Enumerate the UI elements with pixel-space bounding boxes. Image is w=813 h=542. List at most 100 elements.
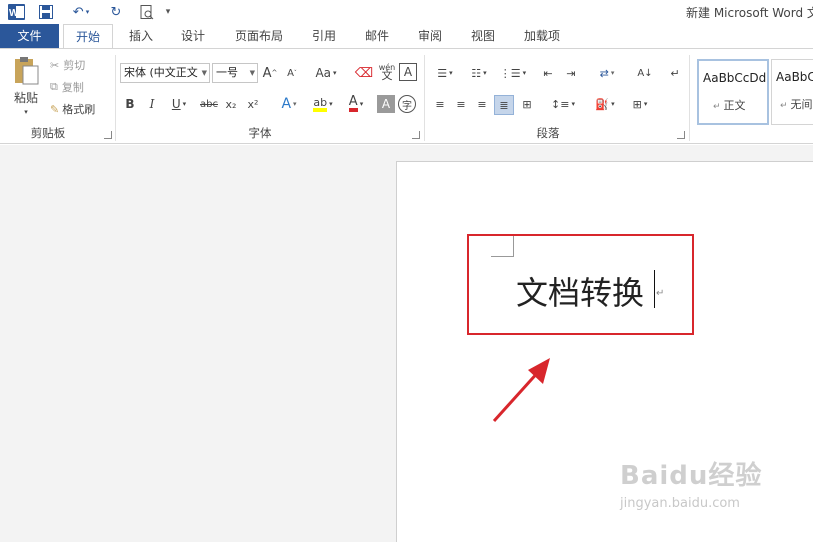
align-center-icon[interactable]: ≡ [452, 95, 470, 113]
chinese-layout-button[interactable]: ⇄ ▾ [592, 63, 622, 83]
style-normal[interactable]: AaBbCcDd ↵ 正文 [697, 59, 769, 125]
group-divider [115, 55, 116, 141]
watermark-brand: Baidu经验 [620, 461, 763, 491]
character-border-label: A [403, 65, 413, 79]
bullets-icon: ☰ [437, 66, 448, 80]
word-window: W ↶ ▾ ↻ ▾ 新建 Microsoft Word 文 文件 开始 插入 设计… [0, 0, 813, 542]
cut-label: 剪切 [63, 59, 86, 72]
enclose-characters-button[interactable]: 字 [398, 95, 416, 113]
svg-text:W: W [9, 8, 19, 19]
change-case-button[interactable]: Aa ▾ [310, 63, 342, 83]
print-preview-icon[interactable] [137, 3, 157, 21]
tab-home[interactable]: 开始 [63, 24, 113, 49]
tab-insert[interactable]: 插入 [118, 24, 164, 48]
bold-button[interactable]: B [122, 95, 138, 113]
watermark-brand-row: Baidu经验 [620, 455, 762, 492]
numbering-button[interactable]: ☷ ▾ [464, 63, 494, 83]
chevron-down-icon: ▾ [85, 8, 90, 16]
shading-button[interactable]: ⛽ ▾ [590, 95, 620, 113]
character-shading-button[interactable]: A [377, 95, 395, 113]
font-name-value: 宋体 (中文正文 [124, 66, 198, 79]
change-case-label: Aa [315, 66, 332, 80]
italic-button[interactable]: I [144, 95, 160, 113]
annotation-highlight-box [467, 234, 694, 335]
watermark-url: jingyan.baidu.com [620, 496, 740, 511]
tab-design[interactable]: 设计 [170, 24, 216, 48]
text-effects-button[interactable]: A ▾ [275, 95, 303, 113]
sort-icon[interactable]: A↓ [635, 63, 655, 83]
chevron-down-icon: ▼ [201, 69, 207, 77]
style-normal-preview: AaBbCcDd [703, 71, 767, 85]
font-size-dropdown[interactable]: 一号 ▼ [212, 63, 258, 83]
align-right-icon[interactable]: ≡ [473, 95, 491, 113]
superscript-button[interactable]: x² [245, 95, 261, 113]
group-divider [424, 55, 425, 141]
highlight-color-button[interactable]: ab ▾ [308, 95, 338, 113]
word-logo-icon: W [6, 3, 26, 21]
paint-bucket-icon: ⛽ [595, 97, 610, 111]
tab-addins[interactable]: 加载项 [514, 24, 570, 48]
subscript-button[interactable]: x₂ [223, 95, 239, 113]
chevron-down-icon: ▾ [449, 69, 453, 77]
numbering-icon: ☷ [471, 66, 482, 80]
format-painter-button[interactable]: ✎ 格式刷 [50, 101, 106, 117]
increase-indent-icon[interactable]: ⇥ [561, 63, 581, 83]
decrease-indent-icon[interactable]: ⇤ [538, 63, 558, 83]
tab-review[interactable]: 审阅 [408, 24, 452, 48]
clipboard-icon[interactable] [8, 55, 44, 87]
group-divider [689, 55, 690, 141]
scissors-icon: ✂ [50, 58, 60, 72]
borders-icon: ⊞ [632, 97, 642, 111]
chevron-down-icon[interactable]: ▾ [20, 107, 32, 117]
line-spacing-button[interactable]: ↕≡ ▾ [548, 95, 578, 113]
distributed-icon[interactable]: ⊞ [518, 95, 536, 113]
tab-mailings[interactable]: 邮件 [355, 24, 399, 48]
font-name-dropdown[interactable]: 宋体 (中文正文 ▼ [120, 63, 210, 83]
style-no-spacing[interactable]: AaBbC ↵ 无间 [771, 59, 813, 125]
title-bar: W ↶ ▾ ↻ ▾ 新建 Microsoft Word 文 [0, 0, 813, 24]
multilevel-list-button[interactable]: ⋮☰ ▾ [497, 63, 529, 83]
strikethrough-button[interactable]: abc [199, 95, 219, 113]
grow-font-icon[interactable]: A ^ [262, 63, 278, 83]
clipboard-launcher-icon[interactable] [104, 131, 112, 139]
tab-references[interactable]: 引用 [302, 24, 346, 48]
multilevel-list-icon: ⋮☰ [499, 66, 521, 80]
paragraph-launcher-icon[interactable] [677, 131, 685, 139]
chevron-down-icon: ▾ [611, 100, 615, 108]
shrink-font-icon[interactable]: Aˇ [284, 63, 300, 83]
font-launcher-icon[interactable] [412, 131, 420, 139]
undo-button[interactable]: ↶ ▾ [66, 3, 96, 21]
chevron-down-icon: ▾ [643, 100, 648, 108]
chevron-down-icon: ▾ [483, 69, 487, 77]
tab-view[interactable]: 视图 [461, 24, 505, 48]
chevron-down-icon: ▼ [249, 69, 255, 77]
chevron-down-icon: ▾ [182, 100, 187, 108]
font-group-label: 字体 [248, 126, 272, 140]
copy-icon: ⧉ [50, 80, 58, 93]
align-left-icon[interactable]: ≡ [431, 95, 449, 113]
bullets-button[interactable]: ☰ ▾ [430, 63, 460, 83]
underline-label: U [171, 97, 181, 111]
paste-button[interactable]: 粘贴 [8, 89, 44, 105]
tab-file[interactable]: 文件 [0, 24, 59, 48]
font-color-button[interactable]: A ▾ [341, 95, 371, 113]
copy-button[interactable]: ⧉ 复制 [50, 79, 95, 95]
redo-icon[interactable]: ↻ [106, 3, 126, 21]
show-marks-icon[interactable]: ↵ [666, 63, 684, 83]
tab-layout[interactable]: 页面布局 [224, 24, 294, 48]
customize-qat-icon[interactable]: ▾ [162, 3, 174, 21]
format-painter-label: 格式刷 [62, 103, 96, 116]
text-effects-label: A [281, 96, 292, 112]
borders-button[interactable]: ⊞ ▾ [625, 95, 655, 113]
justify-icon[interactable]: ≣ [494, 95, 514, 115]
font-color-label: A [348, 95, 358, 112]
character-border-icon[interactable]: A [399, 63, 417, 81]
style-no-spacing-preview: AaBbC [776, 70, 813, 84]
phonetic-guide-icon[interactable]: wén 文 [377, 61, 397, 83]
clear-formatting-icon[interactable]: ⌫ [354, 63, 374, 83]
cut-button[interactable]: ✂ 剪切 [50, 57, 95, 73]
underline-button[interactable]: U ▾ [166, 95, 192, 113]
chevron-down-icon: ▾ [333, 69, 337, 77]
watermark: Baidu经验 jingyan.baidu.com [620, 455, 762, 511]
save-icon[interactable] [36, 3, 56, 21]
